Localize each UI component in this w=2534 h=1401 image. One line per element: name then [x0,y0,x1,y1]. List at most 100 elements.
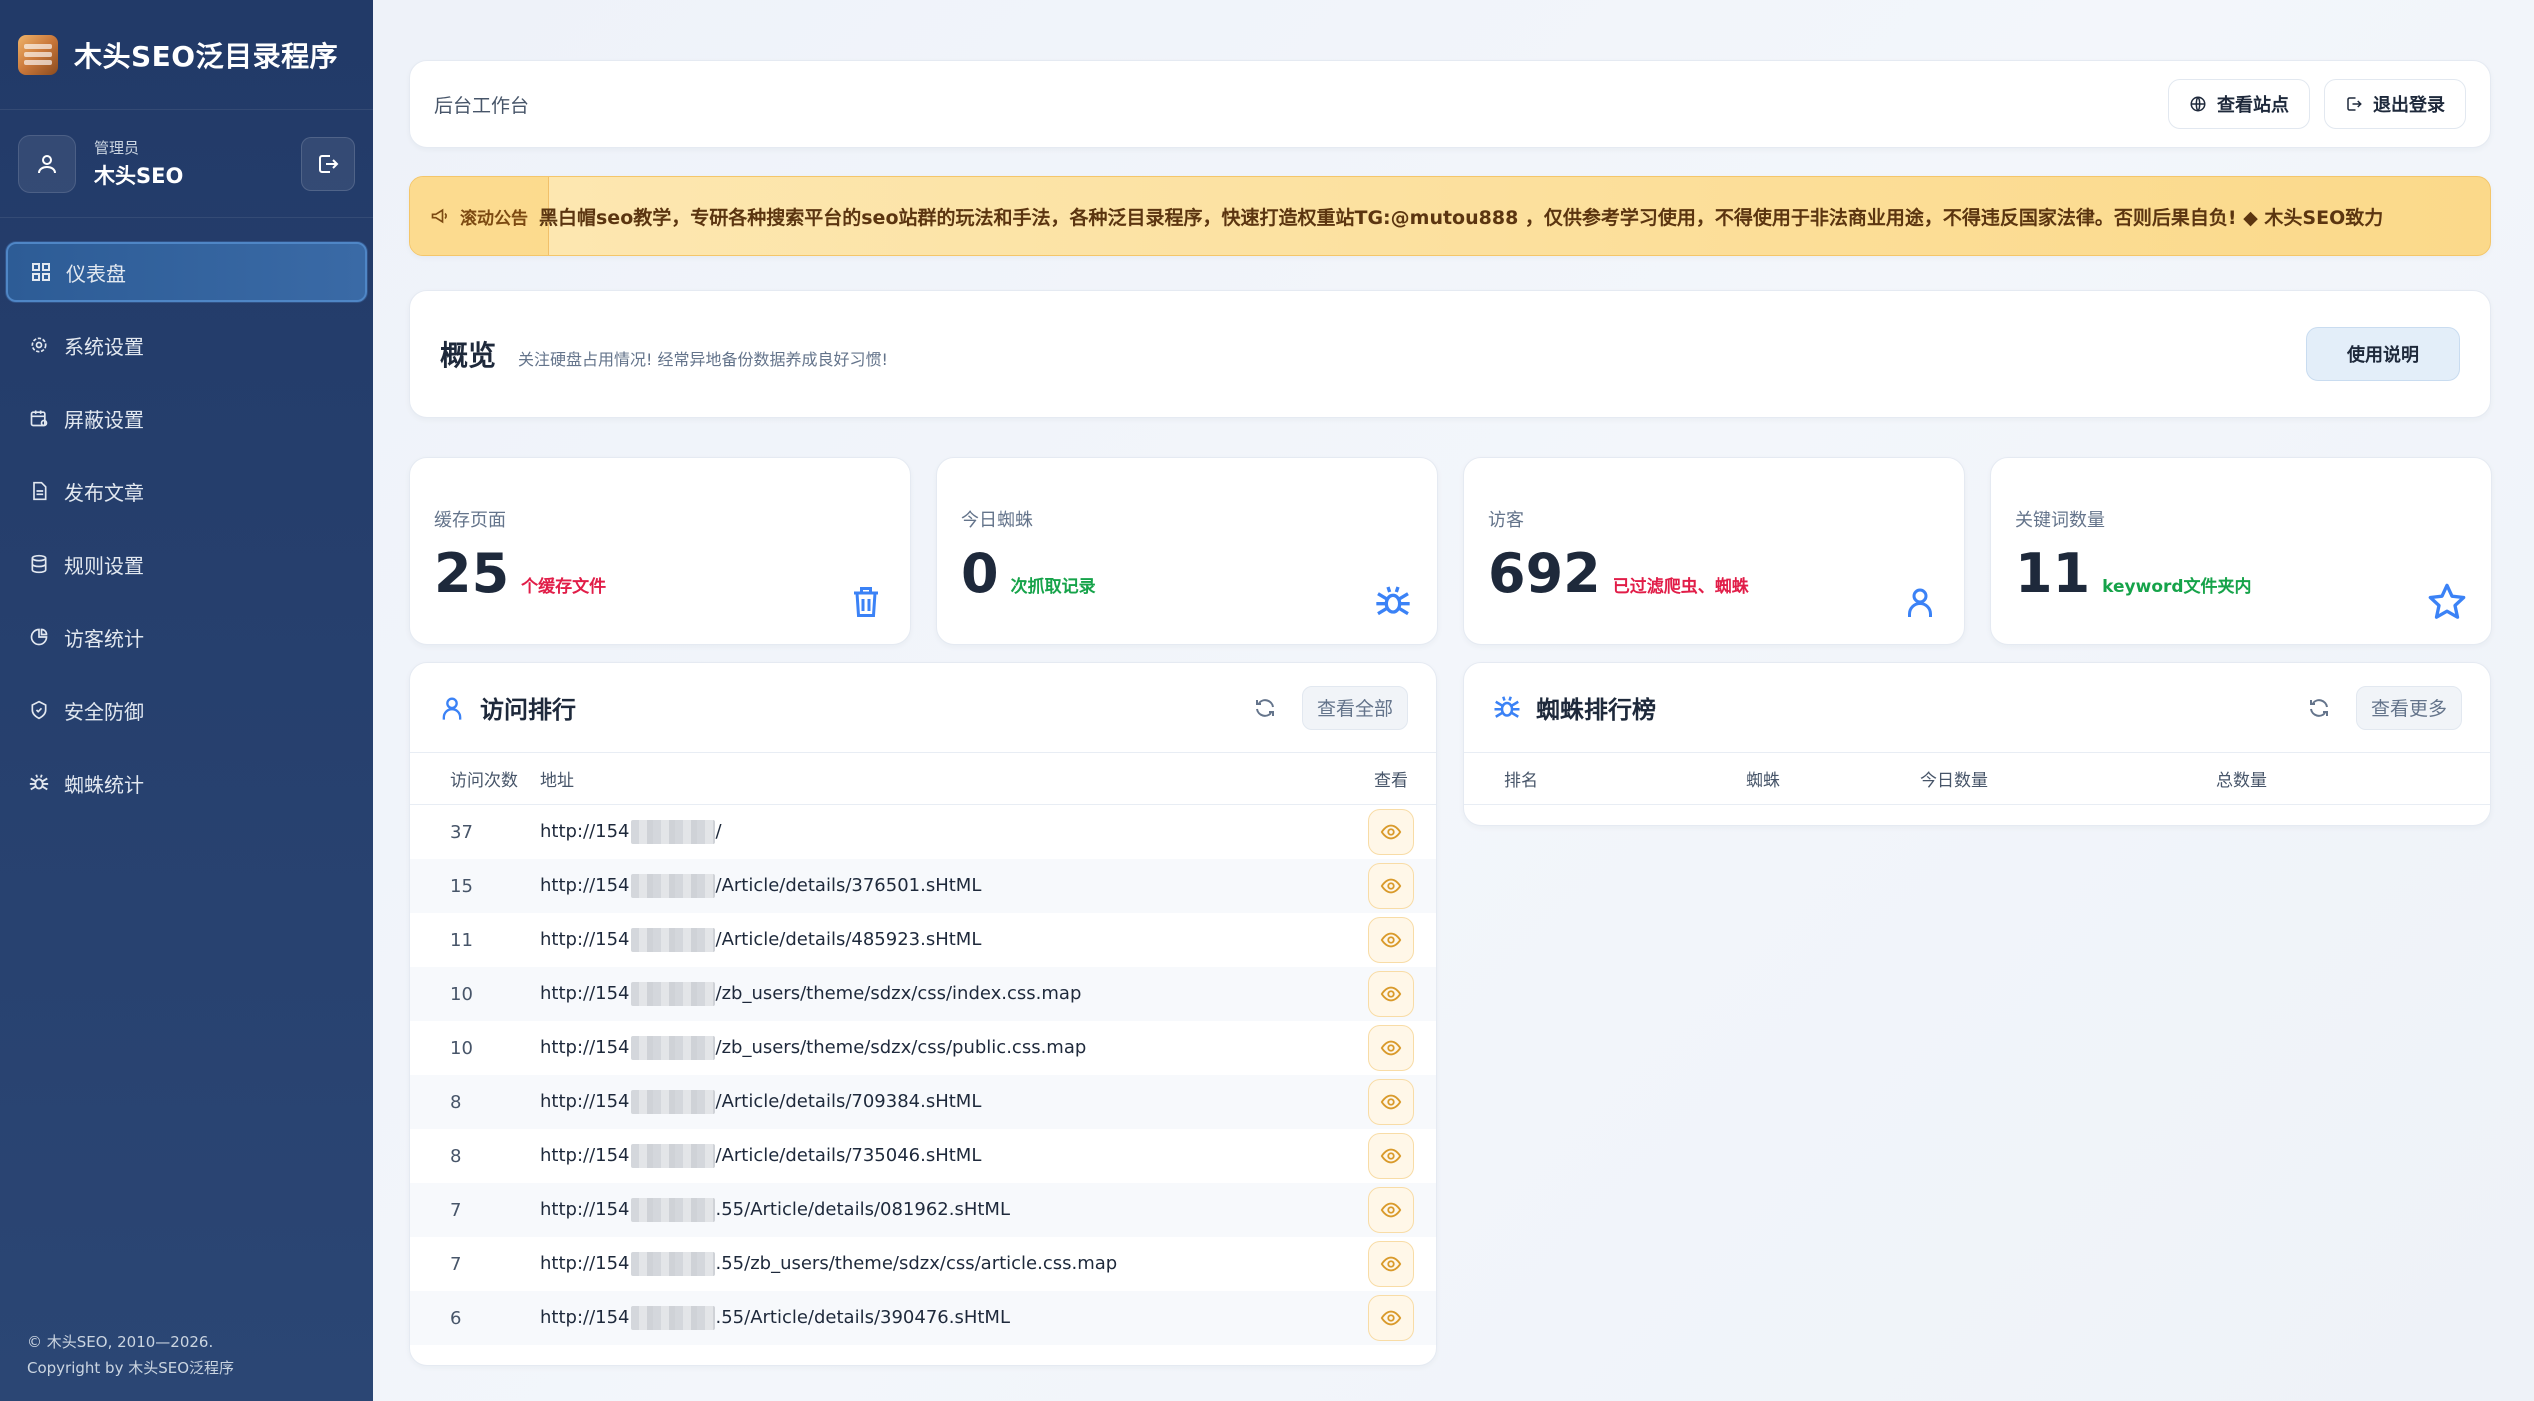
table-row: 7 http://154 .55/zb_users/theme/sdzx/css/… [410,1237,1436,1291]
view-button[interactable] [1368,1187,1414,1233]
logout-label: 退出登录 [2373,95,2445,116]
view-button[interactable] [1368,863,1414,909]
redacted-block [630,1252,715,1276]
view-more-button[interactable]: 查看更多 [2355,685,2462,730]
spider-icon [1373,582,1413,622]
document-icon [28,480,50,502]
calendar-block-icon [28,407,50,429]
sidebar-item-label: 屏蔽设置 [64,407,144,432]
url-prefix: http://154 [540,929,630,950]
sidebar-item-rule-settings[interactable]: 规则设置 [6,534,367,594]
app-logo [18,34,58,75]
url-path: /Article/details/376501.sHtML [715,875,982,896]
column-header: 排名 [1504,771,1538,791]
visit-url[interactable]: http://154/Article/details/376501.sHtML [540,874,1346,898]
url-prefix: http://154 [540,875,630,896]
url-path: .55/Article/details/081962.sHtML [715,1199,1011,1220]
eye-icon [1380,1310,1402,1326]
visit-count: 7 [450,1253,462,1275]
stat-card-spider-today: 今日蜘蛛 0 次抓取记录 [936,457,1438,645]
view-button[interactable] [1368,917,1414,963]
sidebar-item-system-settings[interactable]: 系统设置 [6,315,367,375]
stat-card-keywords: 关键词数量 11 keyword文件夹内 [1990,457,2492,645]
sidebar-footer: © 木头SEO, 2010—2026. Copyright by 木头SEO泛程… [27,1329,234,1381]
sidebar-item-dashboard[interactable]: 仪表盘 [6,242,367,302]
url-prefix: http://154 [540,821,630,842]
url-path: .55/zb_users/theme/sdzx/css/article.css.… [715,1253,1118,1274]
panel-title: 蜘蛛排行榜 [1536,696,1656,724]
view-button[interactable] [1368,1241,1414,1287]
refresh-button[interactable] [1248,691,1282,725]
view-button[interactable] [1368,809,1414,855]
sidebar-item-label: 发布文章 [64,480,144,505]
visit-url[interactable]: http://154 .55/zb_users/theme/sdzx/css/ar… [540,1252,1346,1276]
visit-url[interactable]: http://154 / [540,820,1346,844]
stat-value: 25 [434,542,510,605]
stat-card-cache: 缓存页面 25 个缓存文件 [409,457,911,645]
avatar [18,134,76,193]
brand-title: 木头SEO泛目录程序 [74,39,339,73]
sidebar-item-label: 访客统计 [64,626,144,651]
sidebar-item-block-settings[interactable]: 屏蔽设置 [6,388,367,448]
eye-icon [1380,986,1402,1002]
view-button[interactable] [1368,971,1414,1017]
visit-url[interactable]: http://154/zb_users/theme/sdzx/css/publi… [540,1036,1346,1060]
help-button[interactable]: 使用说明 [2306,327,2460,381]
sidebar-logout-button[interactable] [301,136,355,191]
url-path: /zb_users/theme/sdzx/css/public.css.map [715,1037,1087,1058]
stat-label: 访客 [1488,510,1524,531]
table-row: 15 http://154/Article/details/376501.sHt… [410,859,1436,913]
visit-count: 11 [450,929,473,951]
sidebar-item-label: 蜘蛛统计 [64,772,144,797]
user-box: 管理员 木头SEO [0,110,373,218]
visit-url[interactable]: http://154/Article/details/709384.sHtML [540,1090,1346,1114]
url-path: / [715,821,722,842]
sidebar-item-label: 系统设置 [64,334,144,359]
visit-ranking-panel: 访问排行 查看全部 访问次数 地址 查看 37 http://154 / 15 h… [409,662,1437,1366]
table-row: 10 http://154/zb_users/theme/sdzx/css/in… [410,967,1436,1021]
view-button[interactable] [1368,1133,1414,1179]
stat-value: 0 [961,542,999,605]
refresh-icon [2309,698,2328,717]
brand: 木头SEO泛目录程序 [0,0,373,110]
view-all-button[interactable]: 查看全部 [1301,685,1408,730]
view-button[interactable] [1368,1079,1414,1125]
sidebar-item-publish-article[interactable]: 发布文章 [6,461,367,521]
stat-label: 缓存页面 [434,510,506,531]
logout-button[interactable]: 退出登录 [2324,79,2466,129]
sidebar-item-visitor-stats[interactable]: 访客统计 [6,607,367,667]
eye-icon [1380,878,1402,894]
url-prefix: http://154 [540,983,630,1004]
view-button[interactable] [1368,1025,1414,1071]
spider-icon [1494,695,1520,718]
user-name: 木头SEO [94,164,184,188]
user-icon [1900,582,1940,622]
visit-url[interactable]: http://154/zb_users/theme/sdzx/css/index… [540,982,1346,1006]
url-path: .55/Article/details/390476.sHtML [715,1307,1011,1328]
sidebar-item-security[interactable]: 安全防御 [6,680,367,740]
column-header: 访问次数 [450,771,518,791]
notice-text: 黑白帽seo教学，专研各种搜索平台的seo站群的玩法和手法，各种泛目录程序，快速… [539,206,2384,229]
visit-url[interactable]: http://154/Article/details/735046.sHtML [540,1144,1346,1168]
visit-url[interactable]: http://154 .55/Article/details/390476.sHt… [540,1306,1346,1330]
user-icon [38,154,56,173]
stat-note: 已过滤爬虫、蜘蛛 [1612,577,1749,597]
stat-note: 次抓取记录 [1010,577,1096,597]
view-button[interactable] [1368,1295,1414,1341]
url-path: /Article/details/709384.sHtML [715,1091,982,1112]
gear-icon [28,334,50,356]
sidebar-item-label: 安全防御 [64,699,144,724]
table-row: 37 http://154 / [410,805,1436,859]
refresh-icon [1255,698,1274,717]
view-site-button[interactable]: 查看站点 [2168,79,2310,129]
visit-count: 6 [450,1307,462,1329]
eye-icon [1380,1202,1402,1218]
visit-count: 7 [450,1199,462,1221]
visit-count: 37 [450,821,473,843]
refresh-button[interactable] [2302,691,2336,725]
visit-url[interactable]: http://154 .55/Article/details/081962.sHt… [540,1198,1346,1222]
sidebar-item-spider-stats[interactable]: 蜘蛛统计 [6,753,367,813]
copyright-line: © 木头SEO, 2010—2026. [27,1333,214,1351]
visit-url[interactable]: http://154/Article/details/485923.sHtML [540,928,1346,952]
sidebar-item-label: 规则设置 [64,553,144,578]
